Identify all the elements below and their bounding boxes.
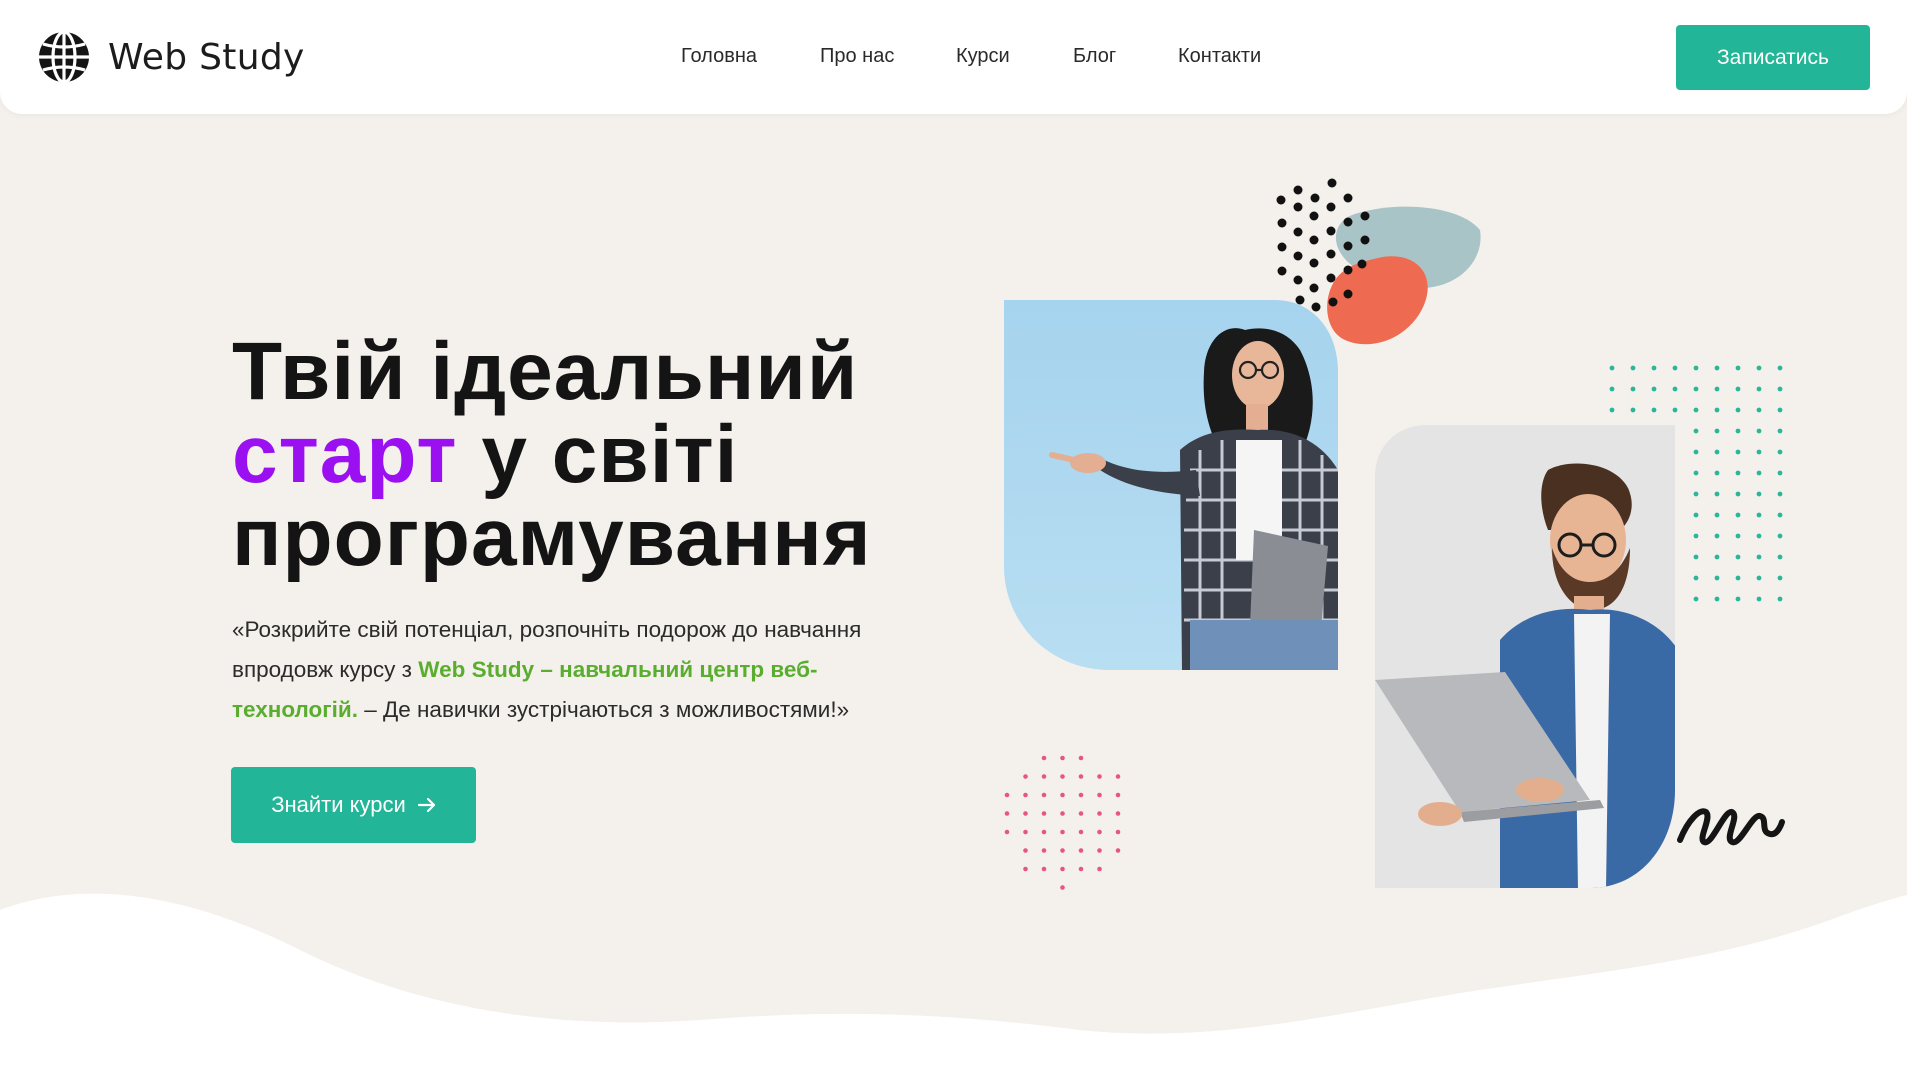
hero-illustration xyxy=(1004,178,1785,890)
squiggle-decoration xyxy=(1677,808,1785,846)
man-with-laptop-photo xyxy=(1375,425,1675,888)
pink-dot-cluster xyxy=(1004,755,1121,890)
coral-blob xyxy=(1327,256,1428,345)
woman-pointing-photo xyxy=(1004,300,1338,670)
